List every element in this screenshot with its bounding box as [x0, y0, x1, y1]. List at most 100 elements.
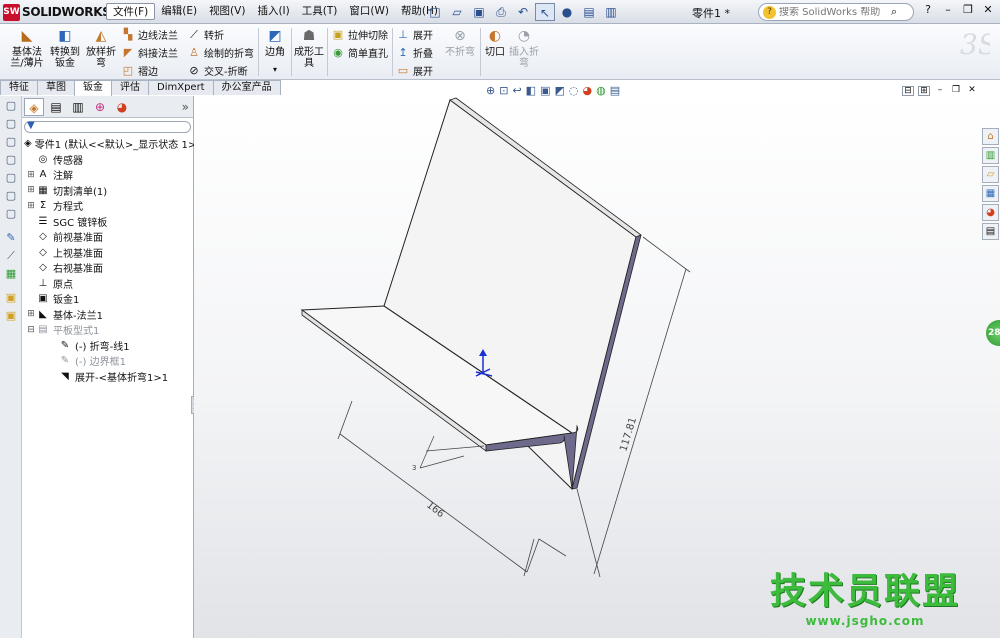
tree-item[interactable]: ◇ 上视基准面	[22, 245, 193, 261]
restore-icon[interactable]: ❐	[960, 3, 976, 16]
tree-item[interactable]: ⊞ ◣ 基体-法兰1	[22, 307, 193, 323]
edit-appearance-icon[interactable]: ◕	[582, 84, 592, 97]
design-library-icon[interactable]: ▥	[982, 147, 999, 164]
display-style-icon[interactable]: ◩	[554, 84, 564, 97]
dimxpert-manager-tab-icon[interactable]: ⊕	[90, 98, 110, 116]
view-front-icon[interactable]: ▢	[3, 98, 19, 114]
forming-tool-button[interactable]: ☗ 成形工具	[292, 27, 326, 69]
sketch-tool-icon[interactable]: ✎	[3, 230, 19, 246]
tree-item[interactable]: ◥ 展开-<基体折弯1>1	[22, 369, 193, 385]
menu-insert[interactable]: 插入(I)	[251, 3, 295, 20]
tree-expander-icon[interactable]: ⊞	[26, 309, 36, 319]
lofted-bend-button[interactable]: ◭ 放样折弯	[82, 27, 120, 69]
tab-dimxpert[interactable]: DimXpert	[148, 80, 214, 95]
more-tabs-icon[interactable]: »	[182, 100, 189, 114]
smart-dimension-icon[interactable]: ⟋	[3, 248, 19, 264]
hide-show-items-icon[interactable]: ◌	[569, 84, 579, 97]
menu-tools[interactable]: 工具(T)	[296, 3, 344, 20]
new-document-icon[interactable]: □	[425, 3, 445, 21]
tree-item[interactable]: ◈ 零件1 (默认<<默认>_显示状态 1>)	[22, 136, 200, 152]
hem-button[interactable]: ◰ 褶边	[121, 62, 158, 79]
print-icon[interactable]: ⎙	[491, 3, 511, 21]
layer-icon[interactable]: ▣	[3, 290, 19, 306]
configuration-manager-tab-icon[interactable]: ▥	[68, 98, 88, 116]
width-dimension-text[interactable]: 166	[424, 500, 446, 520]
fold-button[interactable]: ↥ 折叠	[396, 44, 433, 61]
unfold-button[interactable]: ⊥ 展开	[396, 26, 433, 43]
miter-flange-button[interactable]: ◤ 斜接法兰	[121, 44, 178, 61]
tab-office-products[interactable]: 办公室产品	[212, 80, 281, 95]
rip-button[interactable]: ◐ 切口	[482, 27, 508, 58]
viewport-minimize-icon[interactable]: –	[934, 86, 946, 96]
simple-hole-button[interactable]: ◉ 简单直孔	[331, 44, 388, 61]
tree-item[interactable]: ▣ 钣金1	[22, 291, 193, 307]
tree-filter-input[interactable]: ▼	[24, 120, 191, 133]
tree-item[interactable]: ⊥ 原点	[22, 276, 193, 292]
tree-item[interactable]: ☰ SGC 镀锌板	[22, 214, 193, 230]
custom-properties-icon[interactable]: ▤	[982, 223, 999, 240]
display-manager-tab-icon[interactable]: ◕	[112, 98, 132, 116]
solidworks-logo[interactable]: SW SOLIDWORKS ▶	[3, 3, 123, 21]
save-icon[interactable]: ▣	[469, 3, 489, 21]
zoom-to-fit-icon[interactable]: ⊕	[486, 84, 495, 97]
tree-expander-icon[interactable]: ⊞	[26, 185, 36, 195]
help-search-box[interactable]: ? ⌕	[758, 3, 914, 21]
view-orientation-icon[interactable]: ▣	[540, 84, 550, 97]
tree-expander-icon[interactable]: ⊞	[26, 201, 36, 211]
tab-sheet-metal[interactable]: 钣金	[74, 80, 112, 96]
view-back-icon[interactable]: ▢	[3, 116, 19, 132]
tab-evaluate[interactable]: 评估	[111, 80, 149, 95]
appearances-icon[interactable]: ◕	[982, 204, 999, 221]
layer-properties-icon[interactable]: ▣	[3, 308, 19, 324]
convert-to-sheet-metal-button[interactable]: ◧ 转换到钣金	[46, 27, 84, 69]
view-iso-icon[interactable]: ▢	[3, 206, 19, 222]
view-bottom-icon[interactable]: ▢	[3, 188, 19, 204]
flatten-button[interactable]: ▭ 展开	[396, 62, 433, 79]
extruded-cut-button[interactable]: ▣ 拉伸切除	[331, 26, 388, 43]
edge-flange-button[interactable]: ▚ 边线法兰	[121, 26, 178, 43]
solidworks-resources-icon[interactable]: ⌂	[982, 128, 999, 145]
help-search-input[interactable]	[779, 6, 889, 18]
feature-tree-tab-icon[interactable]: ◈	[24, 97, 44, 116]
undo-icon[interactable]: ↶	[513, 3, 533, 21]
rebuild-icon[interactable]: ●	[557, 3, 577, 21]
tree-item[interactable]: ✎ (-) 折弯-线1	[22, 338, 193, 354]
relations-icon[interactable]: ▦	[3, 266, 19, 282]
tree-item[interactable]: ◇ 前视基准面	[22, 229, 193, 245]
base-flange-button[interactable]: ◣ 基体法兰/薄片	[8, 27, 46, 69]
apply-scene-icon[interactable]: ◍	[596, 84, 606, 97]
tree-expander-icon[interactable]: ⊟	[26, 325, 36, 335]
cross-break-button[interactable]: ⊘ 交叉-折断	[187, 62, 247, 79]
tab-sketch[interactable]: 草图	[37, 80, 75, 95]
minimize-icon[interactable]: –	[940, 3, 956, 16]
view-left-icon[interactable]: ▢	[3, 134, 19, 150]
tree-item[interactable]: ⊟ ▤ 平板型式1	[22, 322, 193, 338]
view-palette-icon[interactable]: ▦	[982, 185, 999, 202]
options-icon[interactable]: ▥	[601, 3, 621, 21]
zoom-to-area-icon[interactable]: ⊡	[499, 84, 508, 97]
file-properties-icon[interactable]: ▤	[579, 3, 599, 21]
tree-item[interactable]: ⊞ Σ 方程式	[22, 198, 193, 214]
tree-item[interactable]: ✎ (-) 边界框1	[22, 353, 193, 369]
menu-view[interactable]: 视图(V)	[203, 3, 251, 20]
menu-window[interactable]: 窗口(W)	[343, 3, 395, 20]
tile-icon[interactable]: ⊟	[902, 86, 914, 96]
menu-edit[interactable]: 编辑(E)	[155, 3, 203, 20]
corners-button[interactable]: ◩ 边角 ▾	[260, 27, 290, 75]
split-icon[interactable]: ⊞	[918, 86, 930, 96]
tab-features[interactable]: 特征	[0, 80, 38, 95]
sketched-bend-button[interactable]: ♙ 绘制的折弯	[187, 44, 254, 61]
no-bends-button[interactable]: ⊗ 不折弯	[442, 27, 478, 58]
search-icon[interactable]: ⌕	[891, 5, 897, 19]
tree-item[interactable]: ⊞ ▦ 切割清单(1)	[22, 183, 193, 199]
thickness-dimension-text[interactable]: 3	[412, 464, 416, 472]
tree-expander-icon[interactable]: ⊞	[26, 170, 36, 180]
model-viewport[interactable]: ⊕ 117.81 166 3	[194, 96, 1000, 638]
insert-bends-button[interactable]: ◔ 插入折弯	[508, 27, 540, 69]
view-right-icon[interactable]: ▢	[3, 152, 19, 168]
view-top-icon[interactable]: ▢	[3, 170, 19, 186]
property-manager-tab-icon[interactable]: ▤	[46, 98, 66, 116]
open-folder-icon[interactable]: ▱	[447, 3, 467, 21]
view-settings-icon[interactable]: ▤	[610, 84, 620, 97]
menu-file[interactable]: 文件(F)	[106, 3, 156, 20]
